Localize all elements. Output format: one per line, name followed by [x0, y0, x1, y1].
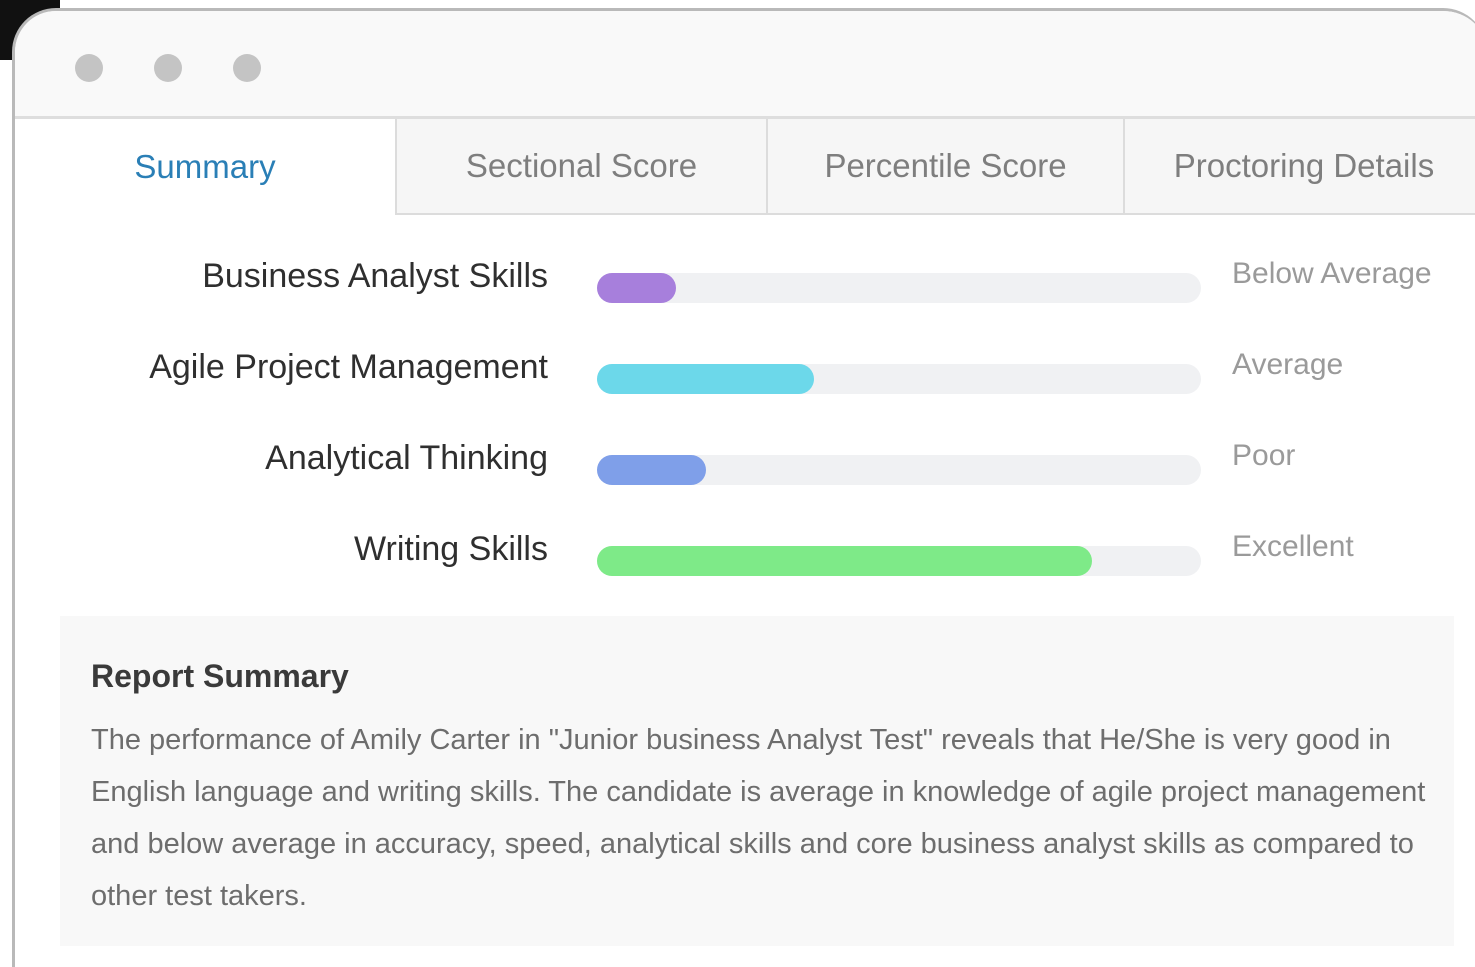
skill-label: Analytical Thinking — [265, 439, 548, 477]
report-summary-text: The performance of Amily Carter in "Juni… — [91, 724, 1426, 912]
tab-percentile-score[interactable]: Percentile Score — [766, 119, 1123, 215]
report-summary-panel: Report Summary The performance of Amily … — [60, 616, 1454, 946]
tab-sectional-score[interactable]: Sectional Score — [395, 119, 766, 215]
tab-proctoring-details[interactable]: Proctoring Details — [1123, 119, 1475, 215]
skill-level: Average — [1232, 348, 1344, 381]
skill-row-agile-project-management: Agile Project Management Average — [15, 340, 1475, 400]
skill-level: Excellent — [1232, 530, 1354, 563]
skill-bar-fill — [597, 273, 676, 303]
skill-label: Writing Skills — [354, 530, 548, 568]
skill-bar-track — [597, 546, 1201, 576]
skill-row-business-analyst: Business Analyst Skills Below Average — [15, 249, 1475, 309]
window-control-dot[interactable] — [233, 54, 261, 82]
skill-row-analytical-thinking: Analytical Thinking Poor — [15, 431, 1475, 491]
tab-summary[interactable]: Summary — [15, 119, 395, 215]
report-tabs: Summary Sectional Score Percentile Score… — [15, 119, 1475, 215]
skill-level: Below Average — [1232, 257, 1432, 290]
report-summary-title: Report Summary — [91, 658, 349, 694]
page: Summary Sectional Score Percentile Score… — [0, 0, 1475, 967]
skill-bar-fill — [597, 546, 1093, 576]
window-titlebar — [15, 11, 1475, 119]
report-window: Summary Sectional Score Percentile Score… — [12, 8, 1475, 967]
window-control-dot[interactable] — [154, 54, 182, 82]
skill-bar-fill — [597, 364, 815, 394]
skill-bar-fill — [597, 455, 706, 485]
skill-level: Poor — [1232, 439, 1296, 472]
skill-bar-track — [597, 364, 1201, 394]
skill-label: Agile Project Management — [149, 348, 548, 386]
skill-label: Business Analyst Skills — [202, 257, 548, 295]
skill-bar-track — [597, 455, 1201, 485]
skill-row-writing-skills: Writing Skills Excellent — [15, 522, 1475, 582]
window-control-dot[interactable] — [75, 54, 103, 82]
skill-bar-track — [597, 273, 1201, 303]
